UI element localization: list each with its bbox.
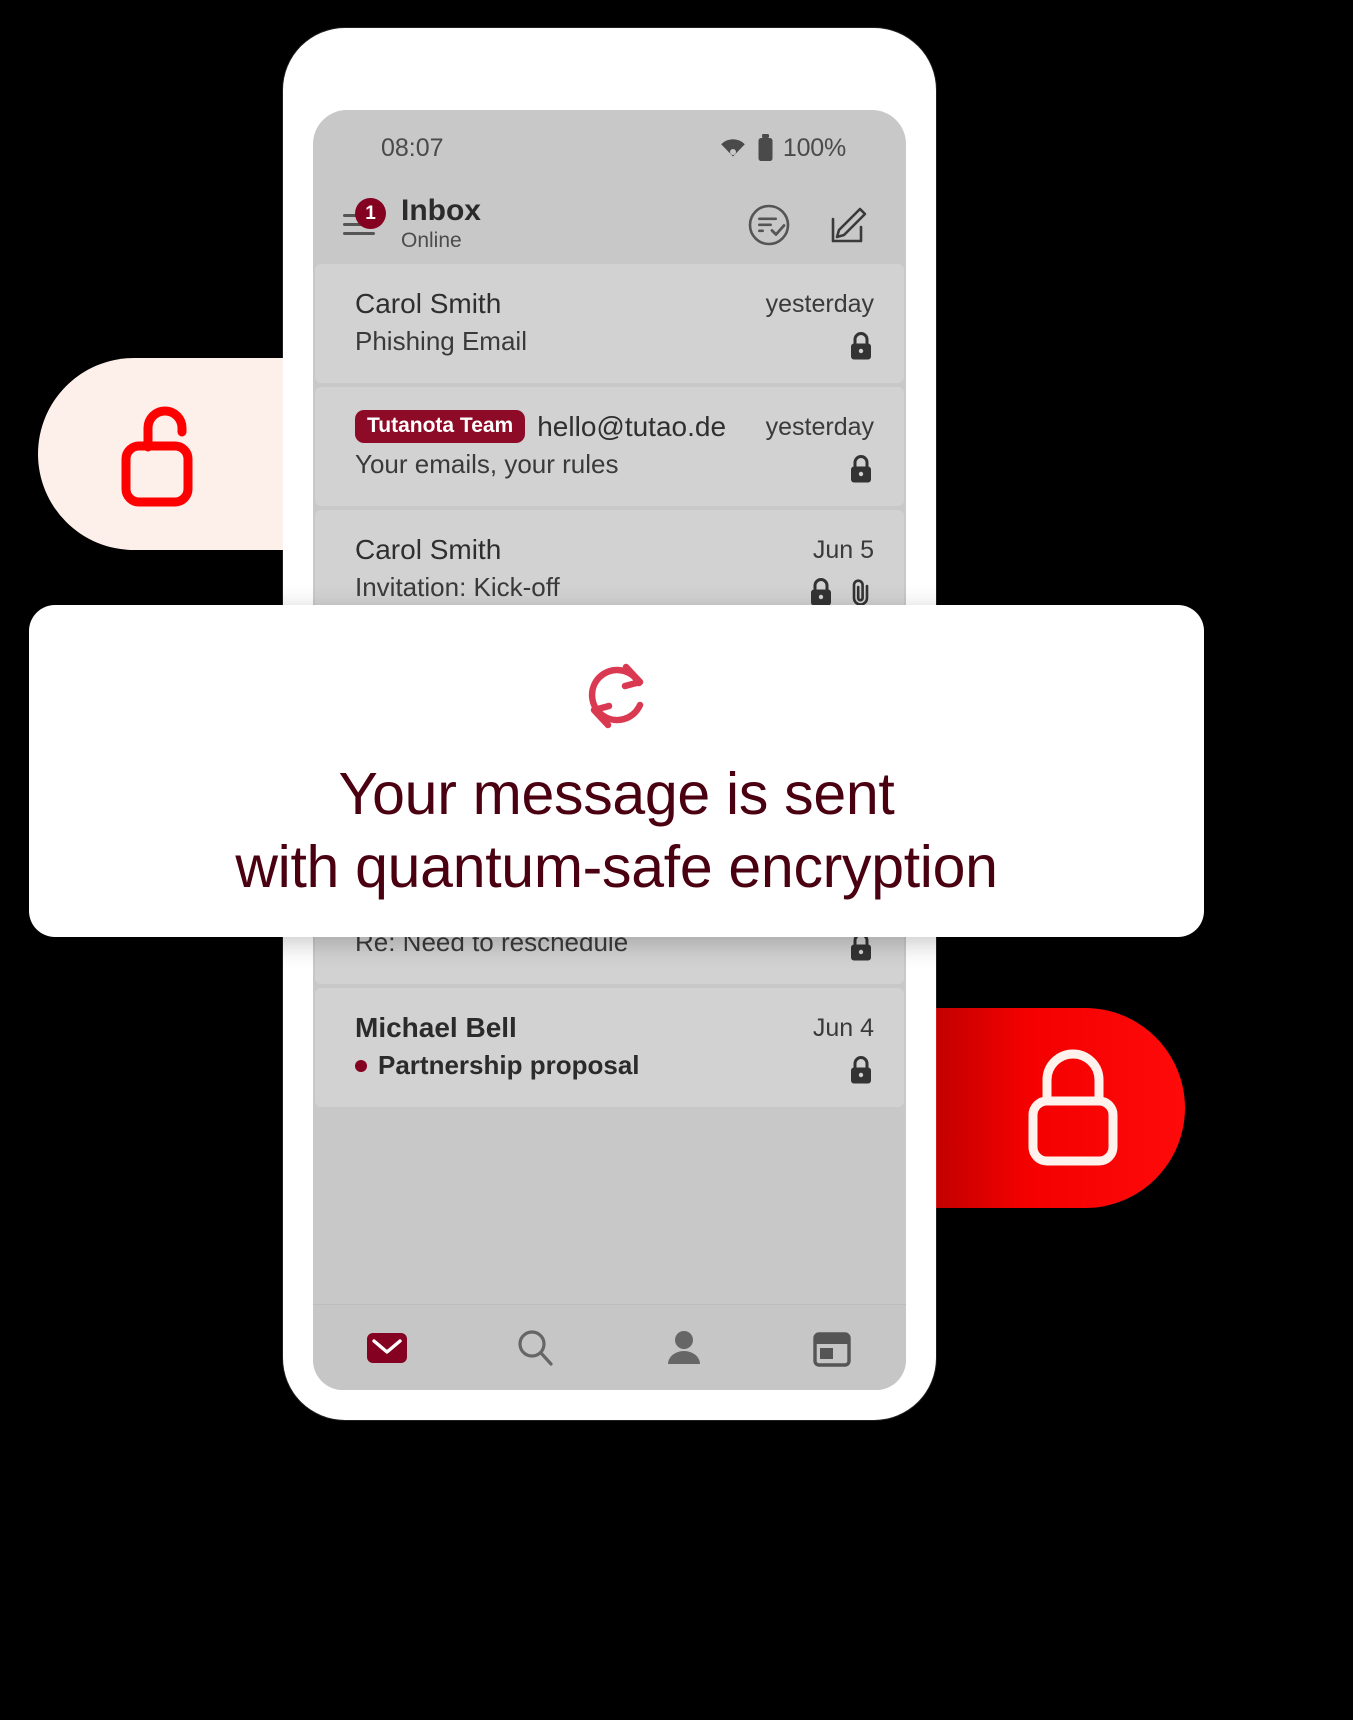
- bottom-navigation: [313, 1304, 906, 1390]
- mail-row[interactable]: Carol Smith Phishing Email yesterday: [315, 264, 904, 383]
- wifi-icon: [721, 139, 745, 157]
- confirmation-line-1: Your message is sent: [338, 761, 895, 827]
- confirmation-message: Your message is sent with quantum-safe e…: [235, 758, 998, 903]
- mark-read-icon: [748, 204, 790, 246]
- page-title: Inbox: [401, 193, 481, 227]
- contacts-tab[interactable]: [610, 1305, 758, 1390]
- mail-address: hello@tutao.de: [537, 411, 727, 442]
- mail-sender-line: Tutanota Team hello@tutao.de: [355, 409, 750, 445]
- header-actions: [746, 202, 872, 248]
- person-icon: [667, 1330, 700, 1364]
- mail-row-icons: [848, 331, 874, 361]
- folder-title-block: Inbox Online: [401, 195, 481, 255]
- search-icon: [518, 1329, 553, 1366]
- poster-canvas: 08:07 100% 1 Inbox Online Carol Smith Ph…: [0, 0, 1353, 1720]
- mail-date: Jun 5: [812, 536, 874, 564]
- menu-button[interactable]: 1: [331, 197, 387, 253]
- mail-row-icons: [808, 577, 874, 607]
- compose-icon: [831, 207, 867, 243]
- search-tab[interactable]: [461, 1305, 609, 1390]
- mail-row-meta: yesterday: [766, 409, 874, 484]
- unread-dot-icon: [355, 1059, 367, 1072]
- sync-refresh-icon: [588, 663, 643, 729]
- mail-row-content: Carol Smith Phishing Email: [355, 286, 750, 359]
- sender-tag: Tutanota Team: [355, 410, 526, 444]
- mail-subject-line: Invitation: Kick-off: [355, 571, 792, 605]
- mail-date: yesterday: [765, 413, 874, 441]
- mail-sender-line: Carol Smith: [355, 286, 750, 322]
- locked-padlock-icon: [1028, 1049, 1117, 1166]
- mail-subject: Partnership proposal: [378, 1049, 640, 1080]
- locked-padlock-decoration: [900, 1008, 1185, 1208]
- calendar-tab[interactable]: [758, 1305, 906, 1390]
- battery-percent: 100%: [782, 133, 846, 162]
- unread-count-badge: 1: [355, 198, 386, 229]
- mail-row-icons: [848, 454, 874, 484]
- connection-status: Online: [401, 228, 462, 252]
- status-time: 08:07: [381, 133, 444, 162]
- lock-icon: [851, 1056, 871, 1084]
- mail-row-icons: [848, 1055, 874, 1085]
- mail-date: yesterday: [765, 290, 874, 318]
- mark-read-button[interactable]: [746, 202, 792, 248]
- lock-icon: [851, 455, 871, 483]
- sync-icon-wrap: [574, 653, 660, 744]
- mail-sender: Michael Bell: [355, 1012, 517, 1043]
- mail-icon: [367, 1332, 408, 1363]
- mail-sender: Carol Smith: [355, 534, 502, 565]
- mail-row[interactable]: Tutanota Team hello@tutao.de Your emails, …: [315, 387, 904, 506]
- mail-row-content: Michael Bell Partnership proposal: [355, 1010, 797, 1083]
- calendar-icon: [813, 1331, 851, 1367]
- app-header: 1 Inbox Online: [313, 186, 906, 264]
- unlocked-padlock-decoration: [38, 358, 286, 550]
- mail-subject: Invitation: Kick-off: [355, 571, 560, 602]
- lock-icon: [851, 332, 871, 360]
- mail-sender: Carol Smith: [355, 288, 502, 319]
- mail-tab[interactable]: [313, 1305, 461, 1390]
- mail-row-meta: yesterday: [766, 286, 874, 361]
- mail-sender-line: Carol Smith: [355, 532, 792, 568]
- mail-date: Jun 4: [812, 1014, 874, 1042]
- attachment-icon: [852, 579, 869, 606]
- mail-subject: Your emails, your rules: [355, 448, 619, 479]
- compose-button[interactable]: [826, 202, 872, 248]
- mail-subject-line: Partnership proposal: [355, 1049, 797, 1083]
- mail-row-meta: Jun 5: [808, 532, 874, 607]
- mail-row[interactable]: Michael Bell Partnership proposal Jun 4: [315, 988, 904, 1107]
- mail-row-content: Carol Smith Invitation: Kick-off: [355, 532, 792, 605]
- mail-subject-line: Phishing Email: [355, 325, 750, 359]
- sent-confirmation-card: Your message is sent with quantum-safe e…: [29, 605, 1204, 937]
- mail-row-content: Tutanota Team hello@tutao.de Your emails, …: [355, 409, 750, 482]
- unlocked-padlock-icon: [121, 406, 193, 507]
- mail-sender-line: Michael Bell: [355, 1010, 797, 1046]
- confirmation-line-2: with quantum-safe encryption: [235, 833, 998, 900]
- mail-subject-line: Your emails, your rules: [355, 448, 750, 482]
- mail-row-meta: Jun 4: [813, 1010, 874, 1085]
- lock-icon: [811, 578, 831, 606]
- status-bar: 08:07 100%: [313, 110, 906, 186]
- battery-icon: [758, 134, 773, 161]
- mail-subject: Phishing Email: [355, 325, 527, 356]
